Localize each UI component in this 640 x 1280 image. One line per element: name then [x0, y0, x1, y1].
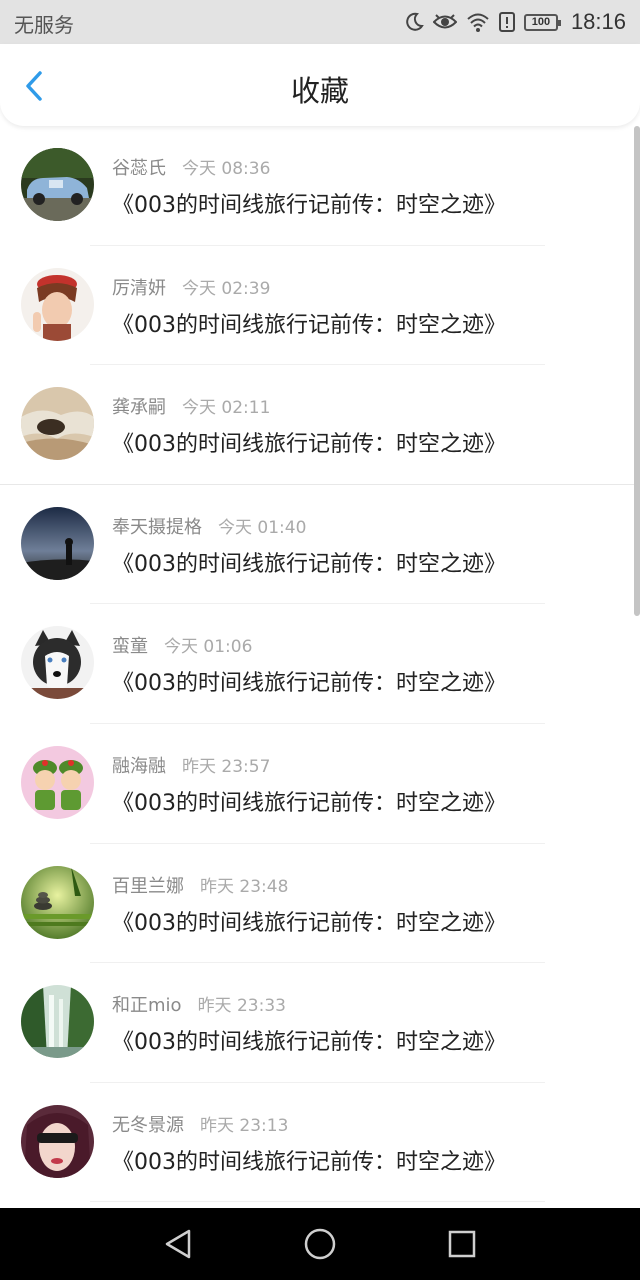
status-bar: 无服务 100 18:16: [0, 0, 640, 44]
waterfall-avatar-icon: [21, 985, 94, 1059]
hands-avatar-icon: [21, 387, 94, 461]
car-avatar-icon: [21, 148, 94, 221]
item-title: 《003的时间线旅行记前传：时空之迹》: [112, 312, 506, 338]
avatar[interactable]: [21, 148, 94, 221]
moon-icon: [404, 12, 424, 32]
list-item[interactable]: 谷蕊氏 今天 08:36 《003的时间线旅行记前传：时空之迹》: [0, 126, 640, 246]
item-title: 《003的时间线旅行记前传：时空之迹》: [112, 910, 506, 936]
avatar[interactable]: [21, 745, 94, 819]
avatar[interactable]: [21, 1104, 94, 1178]
triangle-back-icon: [165, 1229, 191, 1259]
favorites-list: 谷蕊氏 今天 08:36 《003的时间线旅行记前传：时空之迹》 厉清妍 今天 02…: [0, 126, 640, 1203]
user-name-text: 无冬景源: [112, 1114, 184, 1136]
wifi-icon: [466, 12, 490, 32]
eye-icon: [432, 13, 457, 31]
item-title: 《003的时间线旅行记前传：时空之迹》: [112, 671, 506, 697]
zen-stones-avatar-icon: [21, 865, 94, 939]
avatar[interactable]: [21, 506, 94, 580]
user-name-text: 谷蕊氏: [112, 158, 166, 179]
timestamp: 今天 02:11: [182, 398, 271, 419]
item-title: 《003的时间线旅行记前传：时空之迹》: [112, 1149, 506, 1175]
anime-boy-avatar-icon: [21, 267, 94, 341]
user-name-text: 蛮童: [112, 636, 148, 658]
night-sky-avatar-icon: [21, 506, 94, 580]
list-item[interactable]: 融海融 昨天 23:57 《003的时间线旅行记前传：时空之迹》: [0, 724, 640, 844]
header: 收藏: [0, 44, 640, 126]
battery-icon: 100: [523, 13, 561, 31]
user-name: 融海融 昨天 23:57: [112, 752, 270, 778]
item-title: 《003的时间线旅行记前传：时空之迹》: [112, 790, 506, 816]
list-item[interactable]: 奉天摄提格 今天 01:40 《003的时间线旅行记前传：时空之迹》: [0, 485, 640, 605]
list-item[interactable]: 无冬景源 昨天 23:13 《003的时间线旅行记前传：时空之迹》: [0, 1083, 640, 1203]
alert-icon: [498, 12, 515, 32]
system-nav-bar: [0, 1208, 640, 1280]
list-item[interactable]: 龚承嗣 今天 02:11 《003的时间线旅行记前传：时空之迹》: [0, 365, 640, 485]
square-recents-icon: [448, 1230, 476, 1258]
user-name: 和正mio 昨天 23:33: [112, 991, 286, 1017]
user-name: 厉清妍 今天 02:39: [112, 274, 270, 300]
avatar[interactable]: [21, 267, 94, 341]
list-item[interactable]: 和正mio 昨天 23:33 《003的时间线旅行记前传：时空之迹》: [0, 963, 640, 1083]
item-title: 《003的时间线旅行记前传：时空之迹》: [112, 193, 506, 218]
list-item[interactable]: 百里兰娜 昨天 23:48 《003的时间线旅行记前传：时空之迹》: [0, 844, 640, 964]
avatar[interactable]: [21, 387, 94, 461]
timestamp: 昨天 23:13: [200, 1115, 289, 1136]
timestamp: 今天 01:40: [218, 517, 307, 538]
timestamp: 昨天 23:48: [200, 876, 289, 897]
cartoon-soldiers-avatar-icon: [21, 745, 94, 819]
user-name: 蛮童 今天 01:06: [112, 632, 252, 658]
nav-back-button[interactable]: [160, 1226, 196, 1262]
user-name-text: 融海融: [112, 755, 166, 777]
husky-avatar-icon: [21, 626, 94, 700]
user-name-text: 百里兰娜: [112, 875, 184, 897]
avatar[interactable]: [21, 865, 94, 939]
avatar[interactable]: [21, 626, 94, 700]
user-name-text: 龚承嗣: [112, 397, 166, 419]
user-name-text: 和正mio: [112, 995, 182, 1017]
user-name: 龚承嗣 今天 02:11: [112, 393, 270, 419]
user-name-text: 厉清妍: [112, 277, 166, 299]
carrier-label: 无服务: [14, 13, 74, 37]
user-name: 谷蕊氏 今天 08:36: [112, 154, 270, 180]
item-title: 《003的时间线旅行记前传：时空之迹》: [112, 551, 506, 577]
item-title: 《003的时间线旅行记前传：时空之迹》: [112, 1030, 506, 1056]
user-name: 无冬景源 昨天 23:13: [112, 1111, 288, 1137]
circle-home-icon: [304, 1228, 336, 1260]
status-icons: 100 18:16: [404, 0, 626, 44]
divider: [90, 1201, 545, 1203]
item-title: 《003的时间线旅行记前传：时空之迹》: [112, 432, 506, 458]
timestamp: 今天 01:06: [164, 637, 253, 658]
timestamp: 昨天 23:57: [182, 756, 271, 777]
status-time: 18:16: [570, 9, 626, 34]
avatar[interactable]: [21, 985, 94, 1059]
girl-sunglasses-avatar-icon: [21, 1104, 94, 1178]
page-title: 收藏: [290, 74, 349, 108]
user-name-text: 奉天摄提格: [112, 516, 202, 538]
list-item[interactable]: 厉清妍 今天 02:39 《003的时间线旅行记前传：时空之迹》: [0, 246, 640, 366]
scrollbar[interactable]: [634, 126, 640, 616]
user-name: 百里兰娜 昨天 23:48: [112, 872, 288, 898]
list-item[interactable]: 蛮童 今天 01:06 《003的时间线旅行记前传：时空之迹》: [0, 604, 640, 724]
user-name: 奉天摄提格 今天 01:40: [112, 513, 306, 539]
timestamp: 今天 02:39: [182, 278, 271, 299]
nav-recents-button[interactable]: [444, 1226, 480, 1262]
timestamp: 今天 08:36: [182, 159, 271, 179]
timestamp: 昨天 23:33: [197, 996, 286, 1017]
nav-home-button[interactable]: [302, 1226, 338, 1262]
